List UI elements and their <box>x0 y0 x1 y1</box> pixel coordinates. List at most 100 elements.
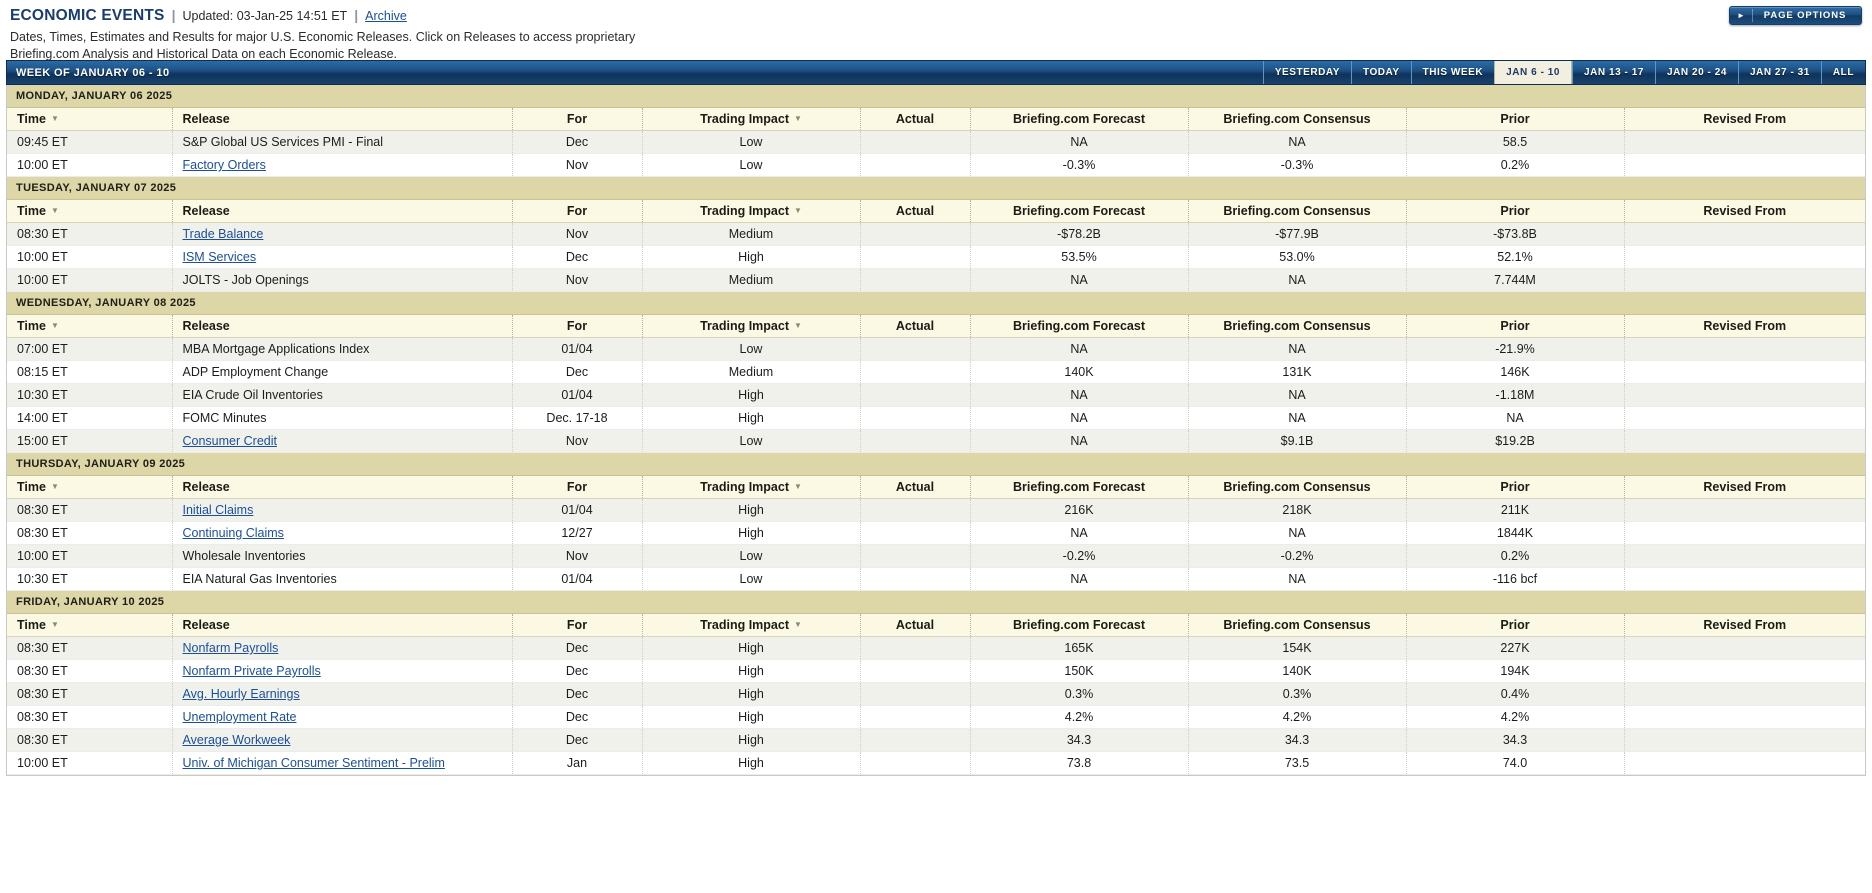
release-link[interactable]: ISM Services <box>183 250 257 264</box>
sort-caret-icon[interactable]: ▼ <box>794 620 802 629</box>
col-release-label: Release <box>182 480 230 494</box>
sort-caret-icon[interactable]: ▼ <box>794 206 802 215</box>
cell-revised <box>1624 222 1865 246</box>
col-impact: Trading Impact ▼ <box>642 107 861 131</box>
cell-impact: Low <box>642 567 861 591</box>
tab-jan-20-24[interactable]: JAN 20 - 24 <box>1654 61 1738 84</box>
cell-for: Nov <box>512 429 643 453</box>
cell-forecast: -$78.2B <box>970 222 1189 246</box>
cell-consensus: 4.2% <box>1188 705 1407 729</box>
table-row: 08:30 ET Avg. Hourly Earnings Dec High 0.3% 0… <box>7 682 1865 706</box>
cell-forecast: 165K <box>970 636 1189 660</box>
day-header-label: TUESDAY, JANUARY 07 2025 <box>7 176 1865 200</box>
cell-prior: 0.4% <box>1406 682 1625 706</box>
col-prior: Prior <box>1406 613 1625 637</box>
tab-all[interactable]: ALL <box>1820 61 1865 84</box>
sort-caret-icon[interactable]: ▼ <box>51 482 59 491</box>
col-prior-label: Prior <box>1500 112 1530 126</box>
tab-jan-13-17[interactable]: JAN 13 - 17 <box>1572 61 1655 84</box>
cell-consensus: 34.3 <box>1188 728 1407 752</box>
day-header-row: WEDNESDAY, JANUARY 08 2025 <box>7 291 1865 315</box>
col-release-label: Release <box>182 319 230 333</box>
col-prior: Prior <box>1406 199 1625 223</box>
col-impact: Trading Impact ▼ <box>642 475 861 499</box>
table-row: 08:15 ET ADP Employment Change Dec Medium 14… <box>7 360 1865 384</box>
cell-for: 01/04 <box>512 567 643 591</box>
release-link[interactable]: Trade Balance <box>183 227 264 241</box>
cell-prior: $19.2B <box>1406 429 1625 453</box>
release-link[interactable]: Avg. Hourly Earnings <box>183 687 300 701</box>
cell-release[interactable]: Trade Balance <box>172 222 513 246</box>
col-for: For <box>512 475 643 499</box>
cell-actual <box>860 659 971 683</box>
cell-impact: High <box>642 751 861 775</box>
cell-release[interactable]: Unemployment Rate <box>172 705 513 729</box>
cell-forecast: 140K <box>970 360 1189 384</box>
cell-time: 08:30 ET <box>7 636 173 660</box>
cell-time: 07:00 ET <box>7 337 173 361</box>
col-release: Release <box>172 613 513 637</box>
sort-caret-icon[interactable]: ▼ <box>794 114 802 123</box>
cell-release[interactable]: Average Workweek <box>172 728 513 752</box>
tab-this-week[interactable]: THIS WEEK <box>1410 61 1495 84</box>
tab-jan-27-31[interactable]: JAN 27 - 31 <box>1737 61 1821 84</box>
col-consensus-label: Briefing.com Consensus <box>1223 319 1371 333</box>
release-link[interactable]: Consumer Credit <box>183 434 277 448</box>
cell-actual <box>860 728 971 752</box>
release-link[interactable]: Univ. of Michigan Consumer Sentiment - P… <box>183 756 445 770</box>
release-link[interactable]: Nonfarm Private Payrolls <box>183 664 321 678</box>
cell-release[interactable]: Consumer Credit <box>172 429 513 453</box>
sort-caret-icon[interactable]: ▼ <box>51 114 59 123</box>
archive-link[interactable]: Archive <box>365 9 407 23</box>
cell-release[interactable]: Nonfarm Payrolls <box>172 636 513 660</box>
cell-consensus: -$77.9B <box>1188 222 1407 246</box>
col-prior: Prior <box>1406 475 1625 499</box>
tab-yesterday[interactable]: YESTERDAY <box>1262 61 1351 84</box>
tab-jan-6-10[interactable]: JAN 6 - 10 <box>1494 61 1572 84</box>
col-release: Release <box>172 107 513 131</box>
cell-revised <box>1624 153 1865 177</box>
tab-today[interactable]: TODAY <box>1350 61 1411 84</box>
col-impact-label: Trading Impact <box>700 112 789 126</box>
cell-time: 08:30 ET <box>7 705 173 729</box>
sort-caret-icon[interactable]: ▼ <box>794 482 802 491</box>
col-revised: Revised From <box>1624 475 1865 499</box>
release-link[interactable]: Factory Orders <box>183 158 266 172</box>
col-actual-label: Actual <box>895 480 935 494</box>
sort-caret-icon[interactable]: ▼ <box>51 206 59 215</box>
sort-caret-icon[interactable]: ▼ <box>794 321 802 330</box>
cell-release[interactable]: Factory Orders <box>172 153 513 177</box>
cell-actual <box>860 268 971 292</box>
col-revised: Revised From <box>1624 314 1865 338</box>
cell-release[interactable]: Nonfarm Private Payrolls <box>172 659 513 683</box>
cell-release[interactable]: ISM Services <box>172 245 513 269</box>
cell-release[interactable]: Avg. Hourly Earnings <box>172 682 513 706</box>
cell-impact: High <box>642 728 861 752</box>
col-prior: Prior <box>1406 314 1625 338</box>
cell-release[interactable]: Univ. of Michigan Consumer Sentiment - P… <box>172 751 513 775</box>
cell-revised <box>1624 705 1865 729</box>
release-link[interactable]: Unemployment Rate <box>183 710 297 724</box>
cell-release[interactable]: Initial Claims <box>172 498 513 522</box>
cell-revised <box>1624 682 1865 706</box>
col-consensus-label: Briefing.com Consensus <box>1223 480 1371 494</box>
col-time: Time ▼ <box>7 613 173 637</box>
cell-forecast: NA <box>970 406 1189 430</box>
cell-impact: High <box>642 498 861 522</box>
sort-caret-icon[interactable]: ▼ <box>51 620 59 629</box>
cell-actual <box>860 383 971 407</box>
cell-release: Wholesale Inventories <box>172 544 513 568</box>
cell-consensus: 53.0% <box>1188 245 1407 269</box>
release-link[interactable]: Nonfarm Payrolls <box>183 641 279 655</box>
release-link[interactable]: Continuing Claims <box>183 526 284 540</box>
cell-prior: 74.0 <box>1406 751 1625 775</box>
cell-release: FOMC Minutes <box>172 406 513 430</box>
cell-impact: High <box>642 521 861 545</box>
sort-caret-icon[interactable]: ▼ <box>51 321 59 330</box>
release-link[interactable]: Average Workweek <box>183 733 291 747</box>
cell-release[interactable]: Continuing Claims <box>172 521 513 545</box>
release-link[interactable]: Initial Claims <box>183 503 254 517</box>
cell-impact: Low <box>642 544 861 568</box>
page-options-button[interactable]: ► PAGE OPTIONS <box>1729 6 1862 25</box>
cell-prior: 227K <box>1406 636 1625 660</box>
